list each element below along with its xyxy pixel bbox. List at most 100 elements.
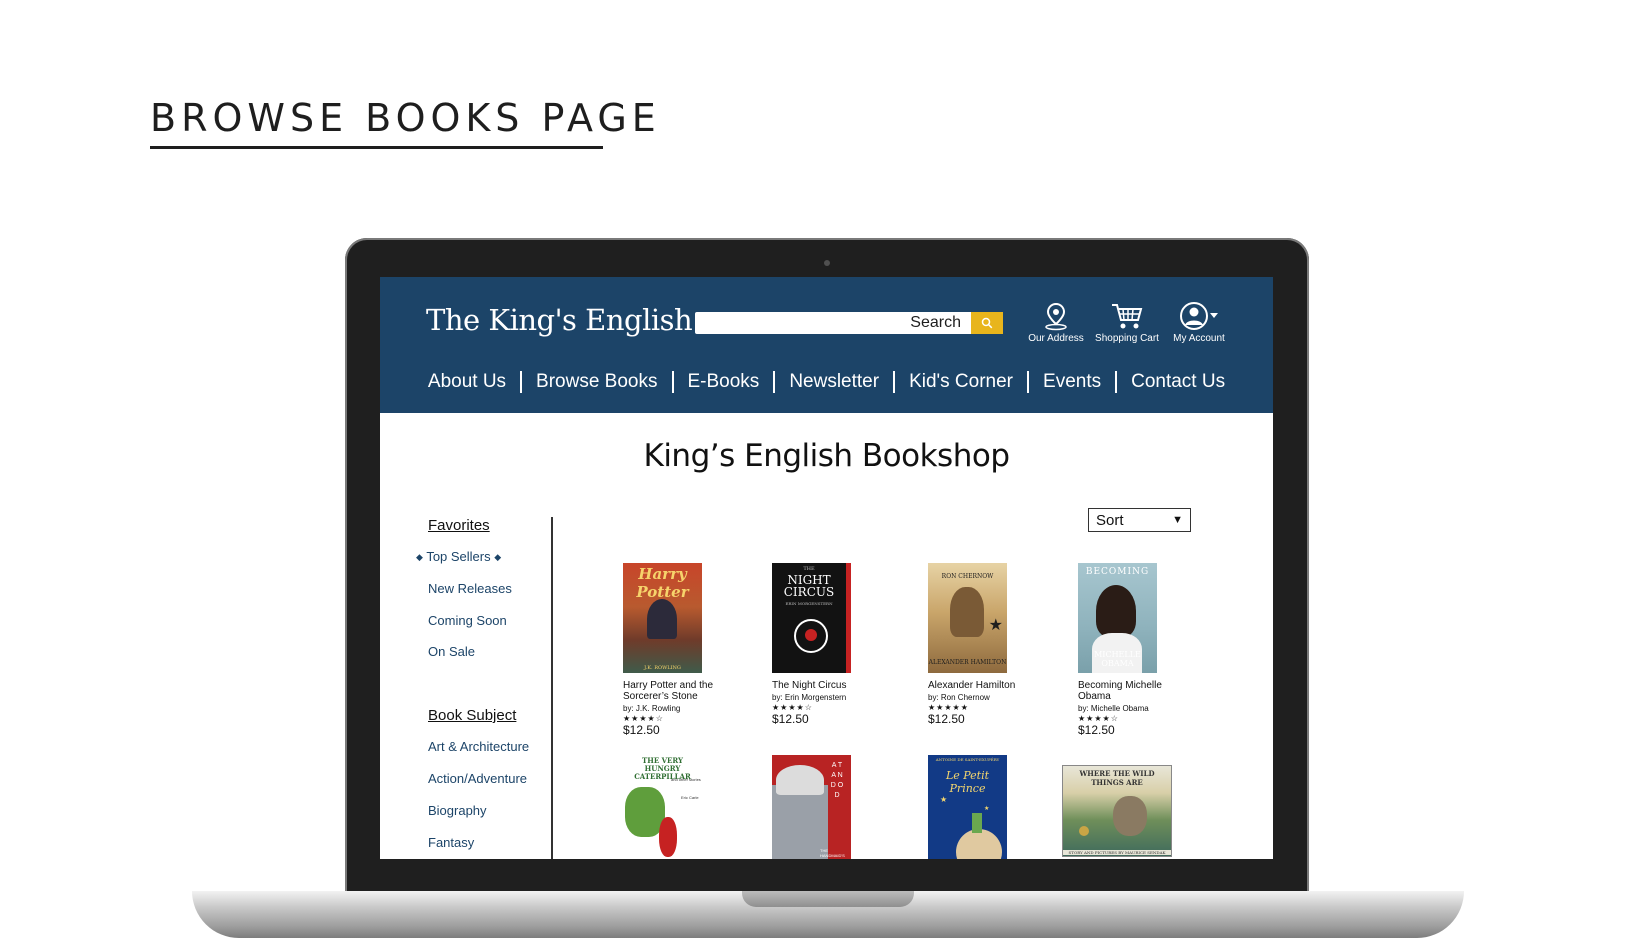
book-title[interactable]: Alexander Hamilton — [928, 680, 1033, 691]
cover-subtitle: THE — [803, 566, 815, 572]
shop-title: King’s English Bookshop — [643, 438, 1010, 474]
sort-dropdown[interactable]: Sort ▼ — [1088, 508, 1191, 532]
nav-kids-corner[interactable]: Kid's Corner — [895, 371, 1027, 393]
cover-author: RON CHERNOW — [941, 573, 994, 580]
cover-title: A T A N D O D — [830, 762, 844, 799]
cover-portrait — [1096, 585, 1136, 637]
book-title[interactable]: The Night Circus — [772, 680, 877, 691]
sidebar-item-fantasy[interactable]: Fantasy — [428, 835, 474, 850]
diamond-icon: ◆ — [416, 552, 423, 562]
cover-caterpillar — [659, 817, 677, 857]
cover-medal — [1079, 826, 1089, 836]
search-button[interactable] — [971, 312, 1003, 334]
page-heading-underline — [150, 146, 603, 149]
page-heading: BROWSE BOOKS PAGE — [150, 96, 661, 140]
book-cover-image[interactable]: A T A N D O D THE HANDMAID'S TALE — [772, 755, 851, 859]
camera-dot — [824, 260, 830, 266]
favorites-heading: Favorites — [428, 517, 490, 534]
book-title[interactable]: Harry Potter and the Sorcerer’s Stone — [623, 680, 728, 702]
shopping-cart-link[interactable]: Shopping Cart — [1092, 301, 1162, 344]
sidebar-item-action-adventure[interactable]: Action/Adventure — [428, 771, 527, 786]
book-author: by: Ron Chernow — [928, 693, 990, 702]
cover-title: NIGHT CIRCUS — [783, 573, 835, 599]
book-cover-image[interactable]: WHERE THE WILD THINGS ARE STORY AND PICT… — [1062, 765, 1172, 857]
cover-subtitle: and other stories — [671, 777, 701, 782]
book-card[interactable]: RON CHERNOW ALEXANDER HAMILTON ★ Alexand… — [928, 563, 1033, 726]
star-rating: ★★★★★ — [928, 703, 969, 712]
cover-bonnet — [776, 765, 824, 795]
cover-prince — [972, 813, 982, 833]
laptop-base — [192, 891, 1464, 938]
cover-title: Harry Potter — [636, 565, 689, 601]
book-author: by: Michelle Obama — [1078, 704, 1149, 713]
cover-wild-thing — [1113, 796, 1147, 836]
site-logo[interactable]: The King's English — [426, 303, 693, 337]
cover-title: WHERE THE WILD THINGS ARE — [1079, 769, 1155, 787]
sidebar-item-on-sale[interactable]: On Sale — [428, 644, 475, 659]
cover-title: Le Petit Prince — [945, 769, 990, 795]
book-cover-image[interactable]: BECOMING MICHELLE OBAMA — [1078, 563, 1157, 673]
account-icon — [1180, 302, 1218, 330]
sidebar-item-art-architecture[interactable]: Art & Architecture — [428, 739, 529, 754]
sidebar-item-biography[interactable]: Biography — [428, 803, 487, 818]
cover-author: Eric Carle — [681, 795, 699, 800]
nav-browse-books[interactable]: Browse Books — [522, 371, 671, 393]
sidebar-item-coming-soon[interactable]: Coming Soon — [428, 613, 507, 628]
our-address-label: Our Address — [1028, 333, 1084, 344]
cover-planet — [956, 829, 1002, 859]
laptop-notch — [742, 891, 914, 907]
book-price: $12.50 — [623, 723, 660, 737]
cover-portrait — [950, 587, 984, 637]
laptop-lid: The King's English Our Address — [345, 238, 1309, 893]
shopping-cart-label: Shopping Cart — [1095, 333, 1159, 344]
search-icon — [981, 317, 993, 329]
book-card[interactable]: ANTOINE DE SAINT-EXUPÉRY Le Petit Prince… — [928, 755, 1033, 859]
cover-red-dot — [805, 629, 817, 641]
location-pin-icon — [1045, 302, 1067, 331]
star-rating: ★★★★☆ — [772, 703, 813, 712]
book-card[interactable]: BECOMING MICHELLE OBAMA Becoming Michell… — [1078, 563, 1183, 737]
cover-author: STORY AND PICTURES BY MAURICE SENDAK — [1063, 850, 1171, 855]
nav-newsletter[interactable]: Newsletter — [775, 371, 893, 393]
nav-contact-us[interactable]: Contact Us — [1117, 371, 1239, 393]
book-cover-image[interactable]: Harry Potter J.K. ROWLING — [623, 563, 702, 673]
book-card[interactable]: THE VERY HUNGRY CATERPILLAR and other st… — [623, 755, 728, 859]
book-card[interactable]: WHERE THE WILD THINGS ARE STORY AND PICT… — [1062, 765, 1172, 857]
book-cover-image[interactable]: THE VERY HUNGRY CATERPILLAR and other st… — [623, 755, 702, 859]
star-rating: ★★★★☆ — [1078, 714, 1119, 723]
cover-figure — [647, 599, 677, 639]
sidebar-item-top-sellers[interactable]: ◆ Top Sellers ◆ — [416, 549, 501, 564]
search-input[interactable] — [695, 312, 971, 334]
shopping-cart-icon — [1112, 304, 1143, 329]
cover-author: MICHELLE OBAMA — [1094, 650, 1141, 668]
cover-author: ANTOINE DE SAINT-EXUPÉRY — [935, 757, 1000, 762]
book-price: $12.50 — [928, 712, 965, 726]
sidebar-item-new-releases[interactable]: New Releases — [428, 581, 512, 596]
site-header: The King's English Our Address — [380, 277, 1273, 413]
book-card[interactable]: A T A N D O D THE HANDMAID'S TALE — [772, 755, 877, 859]
book-author: by: J.K. Rowling — [623, 704, 681, 713]
our-address-link[interactable]: Our Address — [1021, 301, 1091, 344]
sidebar-item-label: Top Sellers — [426, 549, 491, 564]
laptop-screen: The King's English Our Address — [380, 277, 1273, 859]
my-account-link[interactable]: My Account — [1164, 301, 1234, 344]
star-icon: ★ — [940, 795, 948, 804]
main-nav: About Us Browse Books E-Books Newsletter… — [380, 367, 1273, 397]
cover-title: ALEXANDER HAMILTON — [928, 659, 1007, 666]
book-subject-heading: Book Subject — [428, 707, 517, 724]
book-cover-image[interactable]: ANTOINE DE SAINT-EXUPÉRY Le Petit Prince… — [928, 755, 1007, 859]
nav-events[interactable]: Events — [1029, 371, 1115, 393]
book-title[interactable]: Becoming Michelle Obama — [1078, 680, 1183, 702]
star-icon: ★ — [984, 806, 990, 812]
sort-label: Sort — [1096, 511, 1124, 529]
dropdown-arrow-icon: ▼ — [1172, 514, 1183, 526]
star-rating: ★★★★☆ — [623, 714, 664, 723]
diamond-icon: ◆ — [494, 552, 502, 562]
nav-e-books[interactable]: E-Books — [674, 371, 774, 393]
book-cover-image[interactable]: THE NIGHT CIRCUS ERIN MORGENSTERN — [772, 563, 851, 673]
cover-title: BECOMING — [1085, 567, 1150, 577]
book-card[interactable]: THE NIGHT CIRCUS ERIN MORGENSTERN The Ni… — [772, 563, 877, 726]
nav-about-us[interactable]: About Us — [414, 371, 520, 393]
book-card[interactable]: Harry Potter J.K. ROWLING Harry Potter a… — [623, 563, 728, 737]
book-cover-image[interactable]: RON CHERNOW ALEXANDER HAMILTON ★ — [928, 563, 1007, 673]
